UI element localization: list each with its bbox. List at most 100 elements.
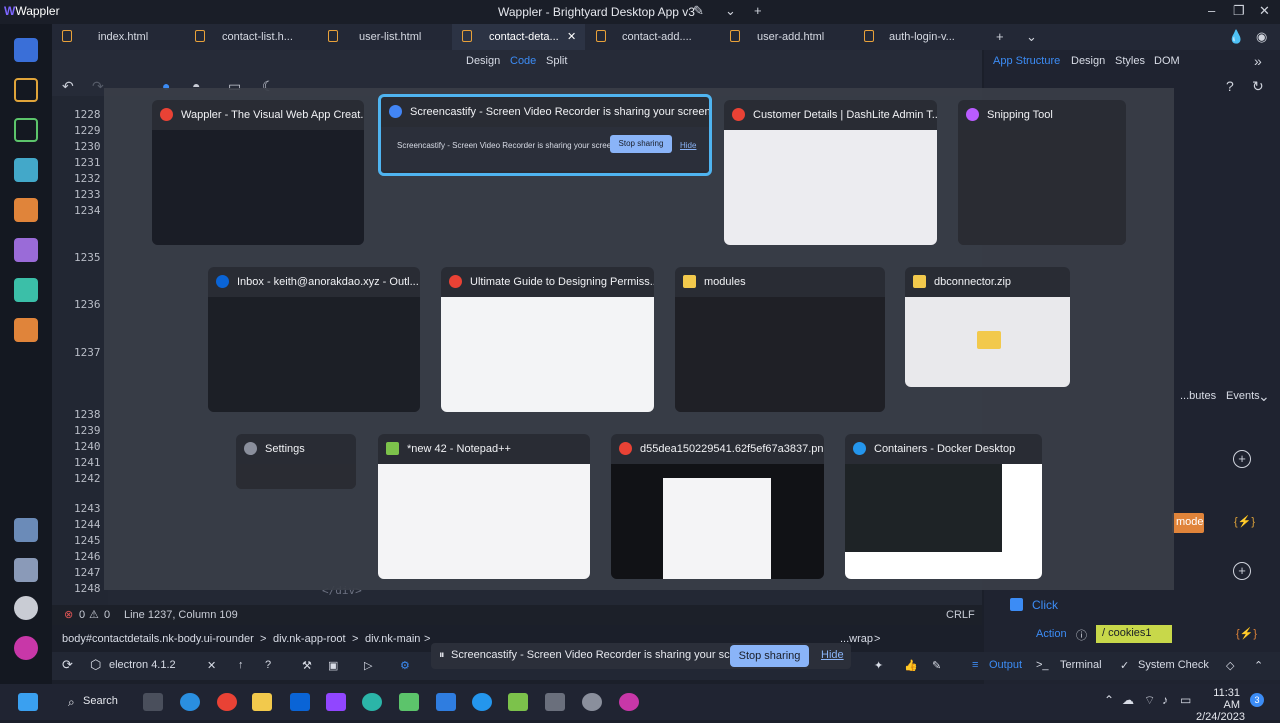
- maximize-icon[interactable]: ❐: [1233, 3, 1245, 19]
- account-icon[interactable]: ◉: [1256, 29, 1267, 45]
- tab-contact-list[interactable]: contact-list.h...: [185, 24, 317, 50]
- volume-icon[interactable]: ♪: [1162, 693, 1168, 707]
- mode-tag[interactable]: mode: [1172, 513, 1204, 533]
- window-thumbnail-snipping-tool[interactable]: Snipping Tool: [958, 100, 1126, 245]
- breadcrumb-item[interactable]: div.nk-app-root: [273, 633, 346, 645]
- terminal-icon[interactable]: >_: [1036, 659, 1049, 671]
- dynamic-data-icon[interactable]: {⚡}: [1234, 515, 1255, 528]
- tab-events[interactable]: Events: [1226, 390, 1260, 402]
- files-icon[interactable]: [14, 38, 38, 62]
- tasks-icon[interactable]: [14, 318, 38, 342]
- output-icon[interactable]: ≡: [972, 659, 978, 671]
- wifi-icon[interactable]: ⌔: [1144, 693, 1155, 708]
- window-thumbnail-wappler[interactable]: Wappler - The Visual Web App Creat...: [152, 100, 364, 245]
- refresh-icon[interactable]: ↻: [1252, 78, 1264, 95]
- tab-user-list[interactable]: user-list.html: [318, 24, 451, 50]
- chevron-down-icon[interactable]: ⌄: [725, 3, 736, 19]
- sync-icon[interactable]: ⟳: [62, 657, 73, 673]
- inspect-icon[interactable]: ▣: [328, 659, 338, 672]
- action-value[interactable]: / cookies1: [1096, 625, 1172, 643]
- check-icon[interactable]: ✓: [1120, 659, 1129, 672]
- tab-styles[interactable]: Styles: [1115, 55, 1145, 67]
- edge-icon[interactable]: [180, 693, 200, 711]
- snipping-tool-icon[interactable]: [545, 693, 565, 711]
- help-icon[interactable]: ?: [1226, 78, 1234, 94]
- window-thumbnail-settings[interactable]: Settings: [236, 434, 356, 489]
- upload-icon[interactable]: ↑: [238, 659, 244, 671]
- tab-auth-login[interactable]: auth-login-v...: [854, 24, 987, 50]
- close-tab-icon[interactable]: ✕: [567, 30, 576, 43]
- settings-gear-icon[interactable]: [582, 693, 602, 711]
- pencil-icon[interactable]: ✎: [693, 3, 704, 19]
- tab-app-structure[interactable]: App Structure: [993, 55, 1060, 67]
- notepad-plus-icon[interactable]: [508, 693, 528, 711]
- plus-icon[interactable]: +: [754, 3, 762, 18]
- wappler-taskbar-icon[interactable]: [619, 693, 639, 711]
- server-connect-icon[interactable]: [14, 198, 38, 222]
- tab-attributes[interactable]: ...butes: [1180, 390, 1216, 402]
- warning-icon[interactable]: ⚠: [89, 608, 99, 621]
- like-icon[interactable]: 👍: [904, 659, 918, 672]
- cursor-position[interactable]: Line 1237, Column 109: [124, 609, 238, 621]
- plugins-icon[interactable]: [14, 558, 38, 582]
- window-thumbnail-outlook[interactable]: Inbox - keith@anorakdao.xyz - Outl...: [208, 267, 420, 412]
- settings-gear-icon[interactable]: [14, 596, 38, 620]
- electron-target[interactable]: electron 4.1.2: [109, 659, 176, 671]
- window-thumbnail-dbconnector[interactable]: dbconnector.zip: [905, 267, 1070, 387]
- add-action-icon[interactable]: +: [1233, 562, 1251, 580]
- layers-app-icon[interactable]: [399, 693, 419, 711]
- tab-list-chevron-icon[interactable]: ⌄: [1026, 29, 1037, 45]
- workflow-icon[interactable]: [14, 118, 38, 142]
- notification-badge[interactable]: 3: [1250, 693, 1264, 707]
- drop-icon[interactable]: 💧: [1228, 29, 1244, 45]
- terminal-tab[interactable]: Terminal: [1060, 659, 1102, 671]
- tab-contact-add[interactable]: contact-add....: [586, 24, 719, 50]
- chrome-icon[interactable]: [217, 693, 237, 711]
- click-checkbox[interactable]: [1010, 598, 1023, 611]
- brush-icon[interactable]: ✎: [932, 659, 941, 672]
- eraser-icon[interactable]: ◇: [1226, 659, 1234, 672]
- redo-icon[interactable]: ↷: [92, 78, 104, 95]
- design-mode-button[interactable]: Design: [466, 55, 500, 67]
- layers-icon[interactable]: [14, 278, 38, 302]
- cloud-icon[interactable]: ☁: [1122, 693, 1134, 707]
- window-thumbnail-screencastify[interactable]: Screencastify - Screen Video Recorder is…: [378, 94, 712, 176]
- breadcrumb-item[interactable]: body#contactdetails.nk-body.ui-rounder: [62, 633, 254, 645]
- docker-icon[interactable]: [472, 693, 492, 711]
- breadcrumb-item[interactable]: div.nk-main: [365, 633, 420, 645]
- target-icon[interactable]: ⬡: [90, 657, 101, 673]
- tab-index[interactable]: index.html: [52, 24, 184, 50]
- twitch-icon[interactable]: [326, 693, 346, 711]
- store-icon[interactable]: [436, 693, 456, 711]
- tab-design[interactable]: Design: [1071, 55, 1105, 67]
- hide-link[interactable]: Hide: [821, 649, 844, 661]
- resources-icon[interactable]: [14, 238, 38, 262]
- output-tab[interactable]: Output: [989, 659, 1022, 671]
- window-thumbnail-docker[interactable]: Containers - Docker Desktop: [845, 434, 1042, 579]
- new-tab-plus-icon[interactable]: +: [996, 29, 1004, 44]
- extensions-icon[interactable]: [14, 518, 38, 542]
- battery-icon[interactable]: ▭: [1180, 693, 1191, 707]
- action-picker-icon[interactable]: {⚡}: [1236, 627, 1257, 640]
- minimize-icon[interactable]: –: [1208, 3, 1215, 18]
- canva-icon[interactable]: [362, 693, 382, 711]
- debug-icon[interactable]: ⚙: [400, 659, 410, 672]
- build-icon[interactable]: ⚒: [302, 659, 312, 672]
- windows-start-icon[interactable]: [18, 693, 38, 711]
- wappler-pro-icon[interactable]: [14, 636, 38, 660]
- run-icon[interactable]: ▷: [364, 659, 372, 672]
- file-explorer-icon[interactable]: [252, 693, 272, 711]
- window-thumbnail-modules[interactable]: modules: [675, 267, 885, 412]
- system-check-tab[interactable]: System Check: [1138, 659, 1209, 671]
- expand-panel-icon[interactable]: »: [1254, 53, 1262, 69]
- system-clock[interactable]: 11:31 AM 2/24/2023: [1196, 687, 1245, 723]
- magic-icon[interactable]: ✦: [874, 659, 883, 672]
- outlook-icon[interactable]: [290, 693, 310, 711]
- task-view-icon[interactable]: [143, 693, 163, 711]
- code-mode-button[interactable]: Code: [510, 55, 536, 67]
- tab-contact-details[interactable]: contact-deta... ✕: [452, 24, 585, 50]
- database-icon[interactable]: [14, 158, 38, 182]
- git-icon[interactable]: [14, 78, 38, 102]
- help-question-icon[interactable]: ?: [265, 659, 271, 671]
- stop-sharing-button[interactable]: Stop sharing: [730, 645, 809, 667]
